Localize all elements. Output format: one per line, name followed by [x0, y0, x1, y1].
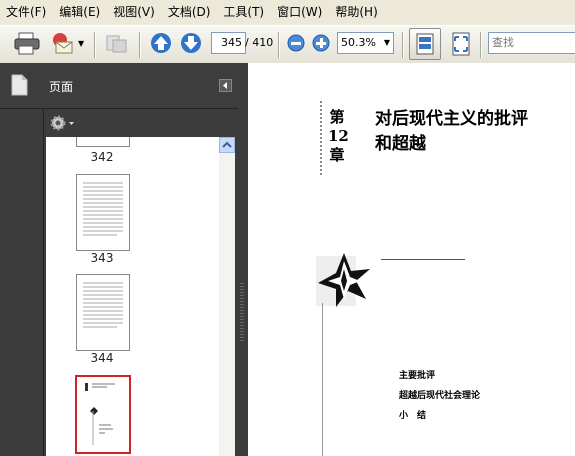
page-thumbnail[interactable]: [76, 174, 130, 251]
menu-bar: 文件(F) 编辑(E) 视图(V) 文档(D) 工具(T) 窗口(W) 帮助(H…: [0, 0, 575, 25]
star-ornament-icon: [314, 251, 380, 311]
dotted-rule: [320, 101, 322, 176]
toolbar: ▼ 345 / 410 50.3% ▼ 查找: [0, 25, 575, 64]
zoom-level-input[interactable]: 50.3%: [337, 32, 386, 54]
toolbar-separator: [139, 32, 141, 58]
toc-item: 主要批评: [399, 371, 436, 381]
zoom-out-icon[interactable]: [287, 34, 305, 52]
menu-tools[interactable]: 工具(T): [217, 0, 271, 25]
panel-options: [43, 109, 238, 137]
chapter-number: 第 12 章: [328, 108, 349, 164]
fit-width-icon[interactable]: [449, 31, 473, 57]
thumbnail-list[interactable]: 342 343 344: [46, 137, 221, 456]
panel-side-rail: [0, 109, 44, 456]
print-icon[interactable]: [14, 31, 40, 55]
vertical-rule: [322, 303, 323, 456]
fit-page-button[interactable]: [409, 28, 441, 60]
page-thumbnail[interactable]: [76, 274, 130, 351]
thumbnail-scrollbar[interactable]: [219, 137, 235, 456]
menu-file[interactable]: 文件(F): [0, 0, 53, 25]
thumbnail-label: 344: [90, 351, 114, 365]
previous-page-icon[interactable]: [150, 32, 172, 54]
menu-window[interactable]: 窗口(W): [271, 0, 329, 25]
options-gear-icon[interactable]: [49, 114, 75, 132]
panel-header: 页面: [0, 63, 238, 109]
menu-document[interactable]: 文档(D): [162, 0, 218, 25]
scroll-up-icon[interactable]: [219, 137, 235, 153]
pages-panel: 页面 342 343 344: [0, 63, 238, 456]
chapter-title: 对后现代主义的批评 和超越: [375, 109, 528, 154]
thumbnail-label: 343: [90, 251, 114, 265]
pages-icon[interactable]: [10, 74, 28, 96]
toolbar-separator: [278, 32, 280, 58]
toolbar-separator: [480, 32, 482, 58]
share-icon: [104, 32, 130, 56]
thumbnail-label: 342: [90, 150, 114, 164]
page-thumbnail[interactable]: [76, 137, 130, 147]
toolbar-separator: [94, 32, 96, 58]
toc-item: 超越后现代社会理论: [399, 391, 481, 401]
panel-title: 页面: [49, 80, 74, 94]
page-number-input[interactable]: 345: [211, 32, 246, 54]
menu-help[interactable]: 帮助(H): [329, 0, 384, 25]
menu-view[interactable]: 视图(V): [107, 0, 162, 25]
search-input[interactable]: 查找: [488, 32, 575, 54]
panel-collapse-icon[interactable]: [219, 79, 232, 92]
page-total: / 410: [245, 36, 274, 49]
ornament-rule: [381, 259, 465, 260]
panel-splitter[interactable]: [238, 63, 248, 456]
email-icon[interactable]: [51, 31, 75, 55]
next-page-icon[interactable]: [180, 32, 202, 54]
document-view[interactable]: 第 12 章 对后现代主义的批评 和超越 主要批评 超越后现代社会理论 小 结: [248, 63, 575, 456]
page-thumbnail-selected[interactable]: [75, 375, 131, 454]
zoom-dropdown-icon[interactable]: ▼: [381, 32, 394, 54]
toolbar-separator: [402, 32, 404, 58]
menu-edit[interactable]: 编辑(E): [53, 0, 107, 25]
zoom-in-icon[interactable]: [312, 34, 330, 52]
toc-item: 小 结: [399, 411, 427, 421]
email-dropdown-icon[interactable]: ▼: [78, 39, 84, 48]
